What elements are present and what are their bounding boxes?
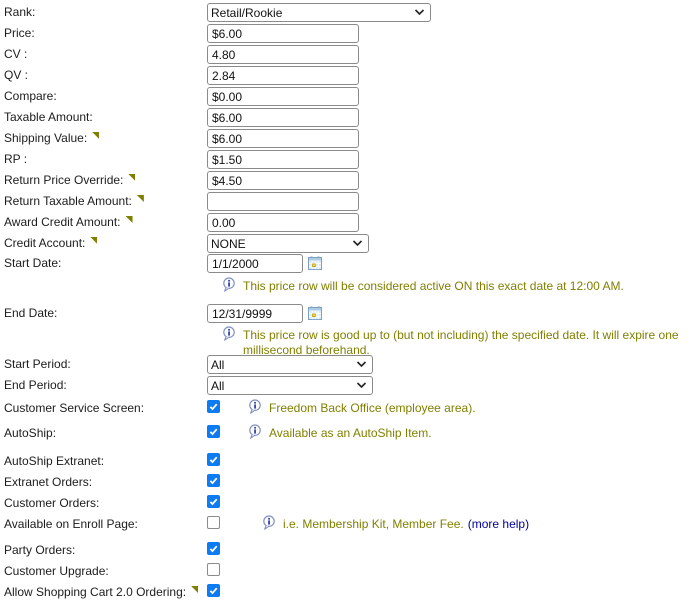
price-row-edit-form: Rank: Retail/Rookie Price: CV : QV : Com… xyxy=(0,0,698,602)
more-help-link[interactable]: (more help) xyxy=(468,517,529,531)
shipping-value-label: Shipping Value: xyxy=(4,131,88,145)
end-period-label: End Period: xyxy=(4,378,67,392)
info-balloon-icon xyxy=(223,326,235,341)
allow-shopping-cart-ordering-label: Allow Shopping Cart 2.0 Ordering: xyxy=(4,585,187,599)
qv-input[interactable] xyxy=(207,66,359,85)
end-date-input[interactable] xyxy=(207,304,303,323)
taxable-amount-input[interactable] xyxy=(207,108,359,127)
autoship-info-text: Available as an AutoShip Item. xyxy=(269,426,432,440)
rank-label: Rank: xyxy=(4,5,36,19)
credit-account-label: Credit Account: xyxy=(4,236,86,250)
calendar-icon[interactable] xyxy=(308,306,322,320)
rank-select[interactable]: Retail/Rookie xyxy=(207,3,431,22)
party-orders-label: Party Orders: xyxy=(4,543,76,557)
check-icon xyxy=(209,587,218,595)
compare-input[interactable] xyxy=(207,87,359,106)
taxable-amount-label: Taxable Amount: xyxy=(4,110,93,124)
start-period-label: Start Period: xyxy=(4,357,71,371)
info-balloon-icon xyxy=(249,399,261,414)
info-balloon-icon xyxy=(223,277,235,292)
change-marker-icon xyxy=(92,132,100,139)
check-icon xyxy=(209,545,218,553)
change-marker-icon xyxy=(90,237,98,244)
customer-service-screen-info-text: Freedom Back Office (employee area). xyxy=(269,401,476,415)
qv-label: QV : xyxy=(4,68,29,82)
rp-input[interactable] xyxy=(207,150,359,169)
return-price-override-label: Return Price Override: xyxy=(4,173,124,187)
customer-service-screen-checkbox[interactable] xyxy=(207,400,220,413)
award-credit-amount-input[interactable] xyxy=(207,213,359,232)
end-period-select[interactable]: All xyxy=(207,376,373,395)
change-marker-icon xyxy=(128,174,136,181)
return-taxable-amount-input[interactable] xyxy=(207,192,359,211)
compare-label: Compare: xyxy=(4,89,57,103)
available-on-enroll-page-label: Available on Enroll Page: xyxy=(4,517,138,531)
cv-input[interactable] xyxy=(207,45,359,64)
info-balloon-icon xyxy=(249,424,261,439)
check-icon xyxy=(209,498,218,506)
autoship-label: AutoShip: xyxy=(4,426,57,440)
customer-orders-label: Customer Orders: xyxy=(4,496,100,510)
change-marker-icon xyxy=(136,195,144,202)
cv-label: CV : xyxy=(4,47,28,61)
enroll-page-info-text: i.e. Membership Kit, Member Fee. xyxy=(283,517,464,531)
credit-account-select[interactable]: NONE xyxy=(207,234,369,253)
award-credit-amount-label: Award Credit Amount: xyxy=(4,215,121,229)
check-icon xyxy=(209,428,218,436)
check-icon xyxy=(209,456,218,464)
autoship-extranet-label: AutoShip Extranet: xyxy=(4,454,105,468)
shipping-value-input[interactable] xyxy=(207,129,359,148)
available-on-enroll-page-checkbox[interactable] xyxy=(207,516,220,529)
autoship-checkbox[interactable] xyxy=(207,425,220,438)
customer-service-screen-label: Customer Service Screen: xyxy=(4,401,145,415)
end-date-info-text: This price row is good up to (but not in… xyxy=(243,328,679,357)
customer-orders-checkbox[interactable] xyxy=(207,495,220,508)
start-date-label: Start Date: xyxy=(4,256,62,270)
check-icon xyxy=(209,477,218,485)
price-label: Price: xyxy=(4,26,35,40)
price-input[interactable] xyxy=(207,24,359,43)
autoship-extranet-checkbox[interactable] xyxy=(207,453,220,466)
check-icon xyxy=(209,403,218,411)
start-date-input[interactable] xyxy=(207,254,303,273)
party-orders-checkbox[interactable] xyxy=(207,542,220,555)
return-taxable-amount-label: Return Taxable Amount: xyxy=(4,194,132,208)
rp-label: RP : xyxy=(4,152,28,166)
allow-shopping-cart-ordering-checkbox[interactable] xyxy=(207,584,220,597)
customer-upgrade-label: Customer Upgrade: xyxy=(4,564,109,578)
extranet-orders-checkbox[interactable] xyxy=(207,474,220,487)
start-date-info-text: This price row will be considered active… xyxy=(243,279,624,293)
end-date-label: End Date: xyxy=(4,306,58,320)
calendar-icon[interactable] xyxy=(308,256,322,270)
change-marker-icon xyxy=(125,216,133,223)
return-price-override-input[interactable] xyxy=(207,171,359,190)
info-balloon-icon xyxy=(263,515,275,530)
customer-upgrade-checkbox[interactable] xyxy=(207,563,220,576)
extranet-orders-label: Extranet Orders: xyxy=(4,475,93,489)
change-marker-icon xyxy=(191,586,199,593)
start-period-select[interactable]: All xyxy=(207,355,373,374)
